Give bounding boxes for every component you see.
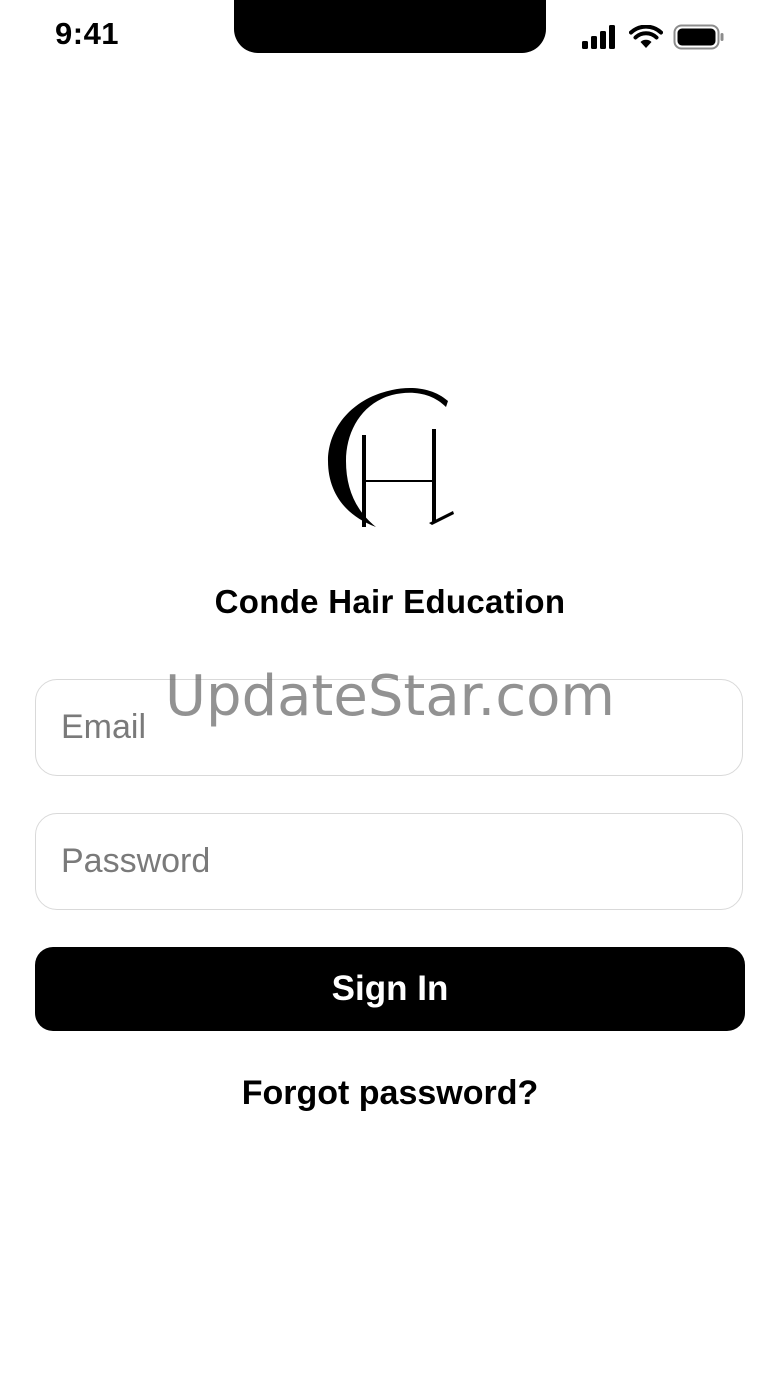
email-field[interactable]: [36, 680, 742, 775]
password-field[interactable]: [36, 814, 742, 909]
sign-in-button[interactable]: Sign In: [35, 947, 745, 1031]
camera-notch: [234, 0, 546, 53]
status-icons: [581, 24, 725, 50]
ch-monogram-logo: [320, 385, 460, 530]
status-bar: 9:41: [0, 0, 780, 80]
password-field-container[interactable]: [35, 813, 743, 910]
forgot-password-link[interactable]: Forgot password?: [0, 1074, 780, 1113]
status-time: 9:41: [55, 16, 120, 51]
app-title: Conde Hair Education: [214, 583, 566, 620]
email-field-container[interactable]: [35, 679, 743, 776]
cellular-signal-icon: [581, 25, 619, 49]
wifi-icon: [629, 25, 663, 49]
battery-icon: [673, 24, 725, 50]
